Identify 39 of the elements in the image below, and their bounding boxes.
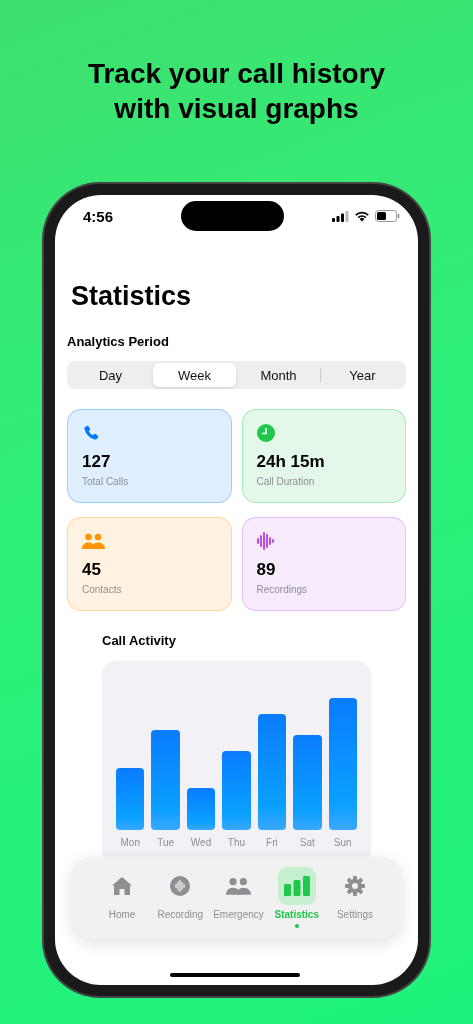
tab-item[interactable]: Statistics <box>267 857 326 928</box>
stat-label: Call Duration <box>256 476 315 487</box>
stat-label: Recordings <box>256 584 308 595</box>
people-icon <box>226 877 251 895</box>
section-heading: Call Activity <box>102 633 177 648</box>
tab-item[interactable]: Emergency <box>209 857 268 920</box>
bar-chart-icon <box>283 876 310 896</box>
stat-label: Contacts <box>82 584 122 595</box>
chart-bar <box>186 788 216 830</box>
wifi-icon <box>354 210 370 222</box>
period-tab[interactable]: Year <box>321 363 404 387</box>
tab-item[interactable]: Recording <box>151 857 210 920</box>
period-tab[interactable]: Day <box>69 363 152 387</box>
signal-icon <box>332 210 349 222</box>
day-label: Sat <box>299 837 315 848</box>
battery-icon <box>375 210 400 222</box>
stat-value: 45 <box>82 560 101 580</box>
headline: Track your call history with visual graphs <box>87 57 386 126</box>
period-tab[interactable]: Month <box>237 363 320 387</box>
chart-bar <box>116 768 145 830</box>
tab-item[interactable]: Home <box>93 857 151 920</box>
stat-value: 89 <box>256 560 276 580</box>
section-heading: Analytics Period <box>67 334 170 349</box>
stat-value: 24h 15m <box>256 452 325 472</box>
settings-icon <box>345 876 365 896</box>
house-icon <box>111 876 133 896</box>
day-label: Wed <box>190 837 212 848</box>
stat-value: 127 <box>82 452 111 472</box>
day-label: Sun <box>333 837 352 848</box>
tab-item[interactable]: Settings <box>326 857 384 920</box>
waveform-icon <box>170 876 191 896</box>
day-label: Mon <box>120 837 140 848</box>
day-label: Fri <box>266 837 278 848</box>
stat-label: Total Calls <box>82 476 129 487</box>
day-label: Tue <box>157 837 175 848</box>
period-tab[interactable]: Week <box>153 363 236 387</box>
day-label: Thu <box>227 837 246 848</box>
status-time: 4:56 <box>83 207 114 225</box>
page-title: Statistics <box>71 281 193 312</box>
